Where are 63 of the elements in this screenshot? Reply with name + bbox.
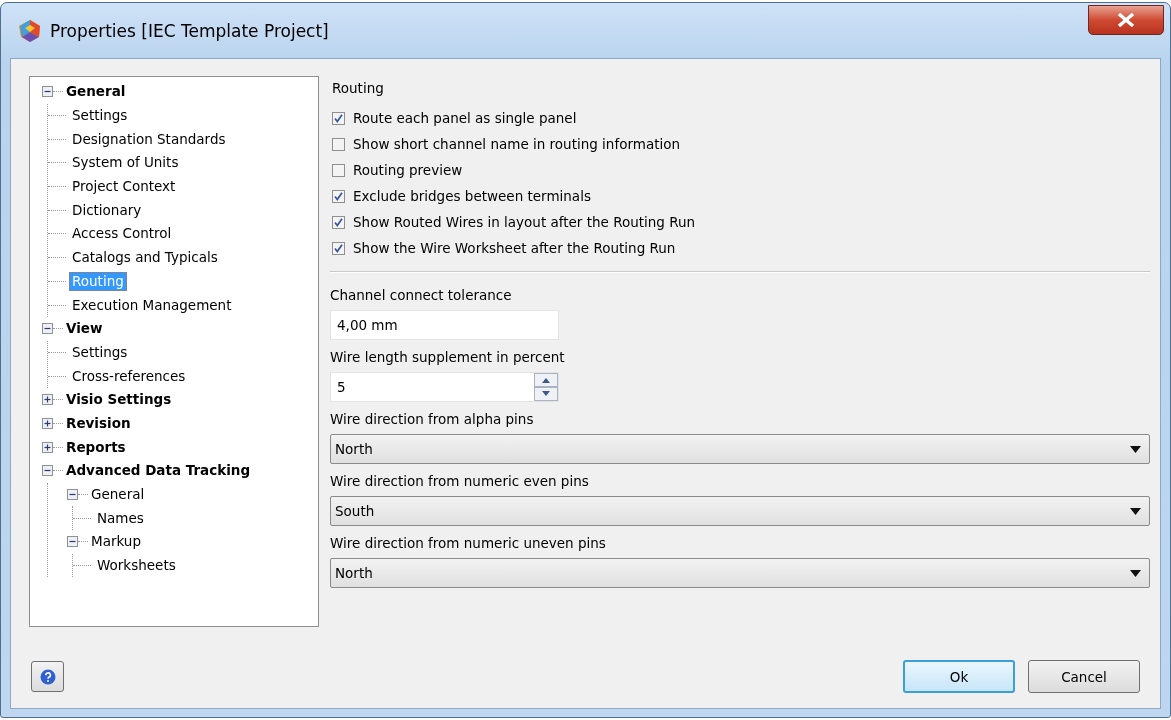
tree-item[interactable]: View (63, 319, 106, 339)
checkbox[interactable] (332, 163, 345, 177)
close-button[interactable] (1088, 4, 1164, 35)
close-icon (1117, 12, 1135, 27)
help-icon (39, 668, 56, 685)
checkbox-label: Show Routed Wires in layout after the Routing Run (353, 214, 696, 230)
expand-icon[interactable] (42, 441, 53, 453)
tree-item[interactable]: Catalogs and Typicals (69, 248, 221, 268)
caret-icon (1130, 569, 1141, 577)
expand-icon[interactable] (42, 417, 53, 429)
tree-item[interactable]: Visio Settings (63, 390, 175, 410)
dropdown[interactable]: South (330, 496, 1150, 526)
dropdown[interactable]: North (330, 558, 1150, 588)
tree-item[interactable]: Designation Standards (69, 129, 229, 149)
field-label: Wire length supplement in percent (330, 349, 566, 365)
tree-item[interactable]: System of Units (69, 153, 182, 173)
field-label: Channel connect tolerance (330, 287, 513, 303)
field-label: Wire direction from alpha pins (330, 411, 535, 427)
window-title: Properties [IEC Template Project] (50, 20, 329, 41)
dropdown[interactable]: North (330, 434, 1150, 464)
tree-item[interactable]: Reports (63, 437, 129, 457)
dialog-button[interactable]: Cancel (1028, 660, 1140, 693)
caret-icon (1130, 445, 1141, 453)
checkbox-label: Show short channel name in routing information (353, 136, 681, 152)
tree-item[interactable]: Access Control (69, 224, 175, 244)
tree-item[interactable]: Settings (69, 342, 131, 362)
collapse-icon[interactable] (42, 86, 53, 98)
tree-item[interactable]: Advanced Data Tracking (63, 461, 254, 481)
tree-item[interactable]: Markup (88, 532, 144, 552)
checkbox-label: Routing preview (353, 162, 463, 178)
help-button[interactable] (31, 661, 64, 692)
checkbox[interactable] (332, 215, 345, 229)
tree-item[interactable]: Project Context (69, 177, 179, 197)
checkbox[interactable] (332, 137, 345, 151)
collapse-icon[interactable] (67, 536, 78, 548)
tree-item[interactable]: Dictionary (69, 200, 145, 220)
tree-item[interactable]: Revision (63, 413, 134, 433)
tree-item[interactable]: General (63, 82, 129, 102)
tree-item[interactable]: Cross-references (69, 366, 189, 386)
spin-buttons[interactable] (534, 373, 558, 401)
dialog-button[interactable]: Ok (903, 660, 1015, 693)
expand-icon[interactable] (42, 394, 53, 406)
field-label: Wire direction from numeric even pins (330, 473, 590, 489)
tree-item[interactable]: Execution Management (69, 295, 235, 315)
checkbox-label: Exclude bridges between terminals (353, 188, 591, 204)
checkbox[interactable] (332, 189, 345, 203)
input-field[interactable]: 5 (337, 379, 346, 395)
checkbox-label: Route each panel as single panel (353, 110, 577, 126)
tree-item[interactable]: Settings (69, 106, 131, 126)
checkbox[interactable] (332, 241, 345, 255)
tree-item[interactable]: Worksheets (94, 556, 179, 576)
collapse-icon[interactable] (42, 465, 53, 477)
checkbox[interactable] (332, 111, 345, 125)
caret-icon (1130, 507, 1141, 515)
tree-item[interactable]: General (88, 485, 148, 505)
field-label: Wire direction from numeric uneven pins (330, 535, 607, 551)
collapse-icon[interactable] (67, 489, 78, 501)
section-title: Routing (332, 80, 385, 96)
tree-item[interactable]: Names (94, 508, 147, 528)
collapse-icon[interactable] (42, 323, 53, 335)
checkbox-label: Show the Wire Worksheet after the Routing Run (353, 240, 676, 256)
input-field[interactable]: 4,00 mm (330, 310, 559, 340)
app-logo-icon (18, 18, 42, 43)
